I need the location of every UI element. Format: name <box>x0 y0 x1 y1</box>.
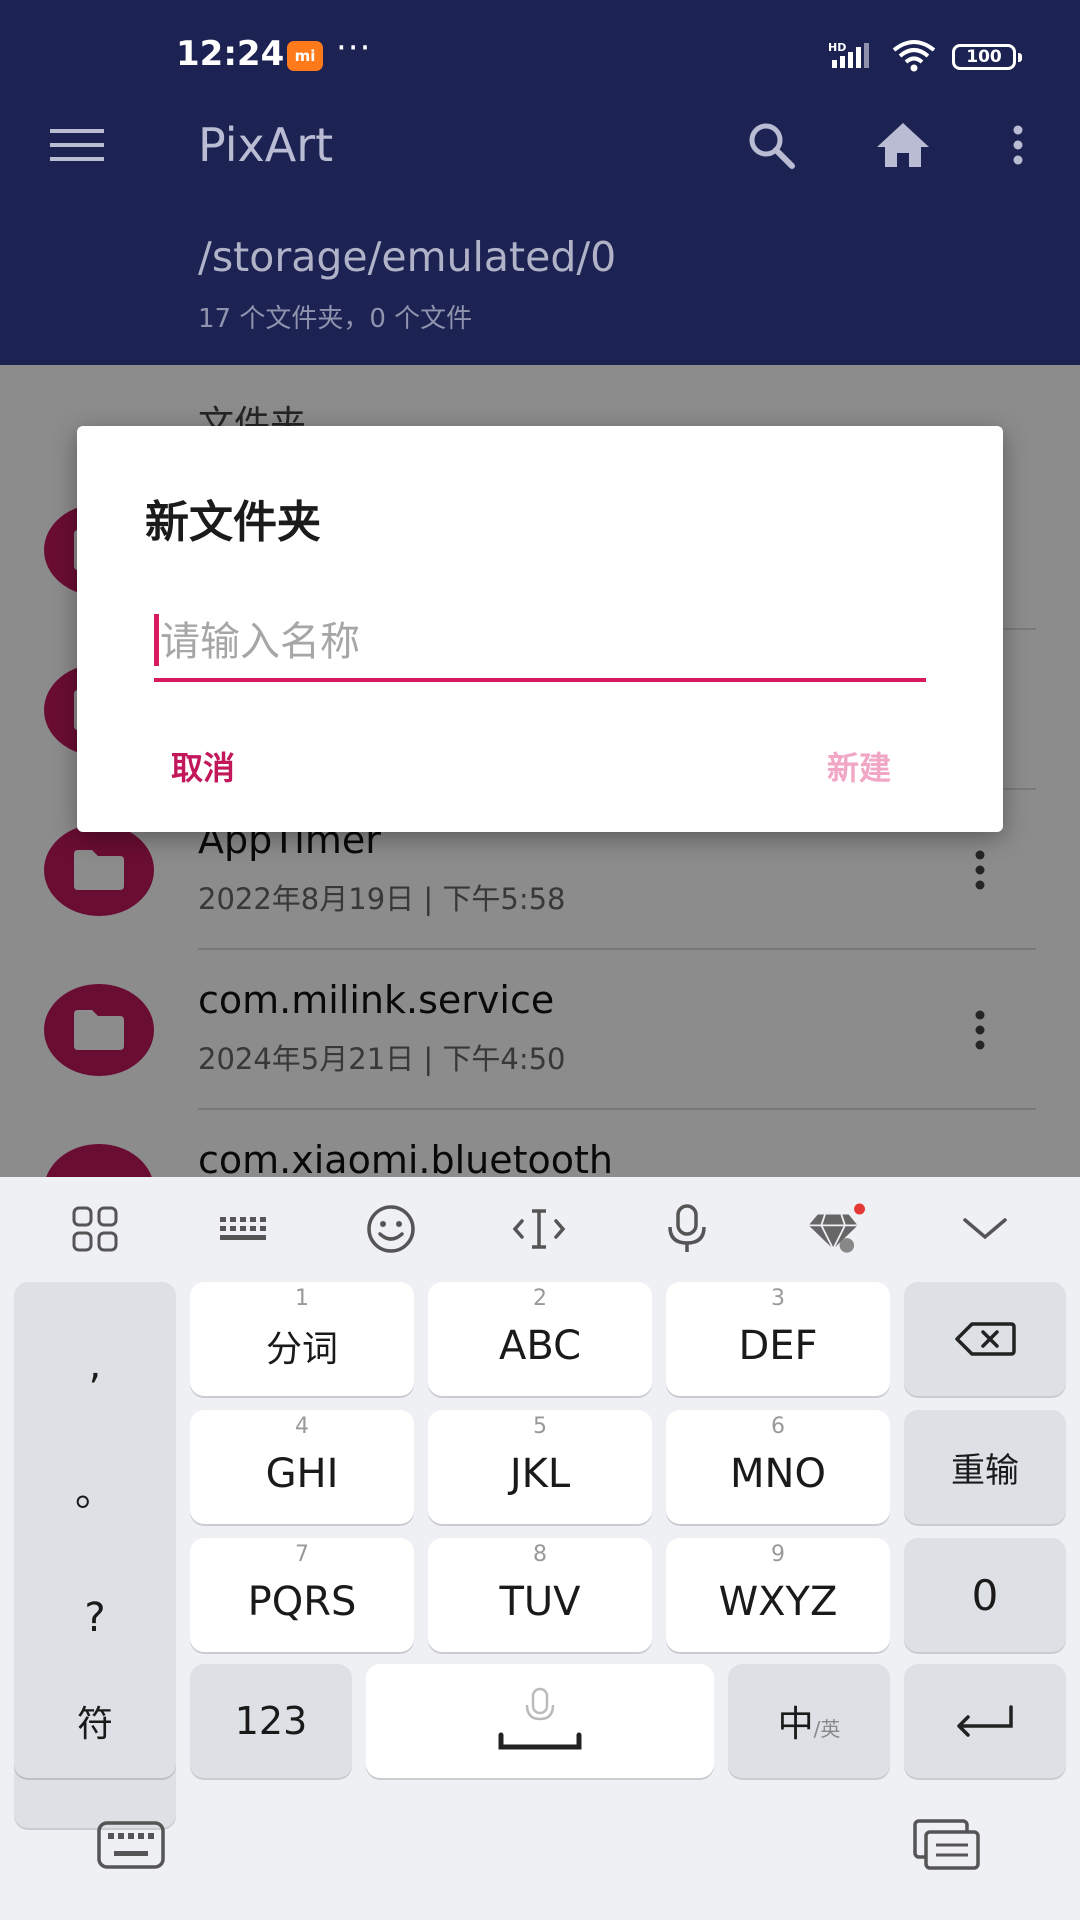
keyboard-toolbar <box>0 1177 1080 1277</box>
key-label: DEF <box>738 1323 818 1369</box>
new-folder-dialog: 新文件夹 取消 新建 <box>77 426 1003 832</box>
key-4[interactable]: 4 GHI <box>190 1410 414 1524</box>
key-label: PQRS <box>247 1579 357 1625</box>
key-label: ABC <box>498 1323 582 1369</box>
battery-icon: 100 <box>952 44 1022 70</box>
folder-name-input[interactable] <box>154 606 926 682</box>
key-number: 5 <box>533 1414 547 1439</box>
reinput-key[interactable]: 重输 <box>904 1410 1066 1524</box>
lang-main: 中 <box>777 1704 814 1745</box>
key-2[interactable]: 2 ABC <box>428 1282 652 1396</box>
theme-diamond-icon <box>808 1203 865 1253</box>
punct-question[interactable]: ? <box>84 1598 105 1638</box>
wifi-icon <box>890 38 938 76</box>
key-label: 符 <box>76 1704 113 1745</box>
cursor-control-button[interactable] <box>509 1201 569 1257</box>
key-label: JKL <box>509 1451 571 1497</box>
cancel-button[interactable]: 取消 <box>171 736 235 796</box>
signal-icon: HD <box>828 40 880 74</box>
key-label: TUV <box>499 1579 581 1625</box>
search-icon <box>749 123 795 169</box>
text-caret <box>154 614 159 666</box>
key-label: GHI <box>265 1451 339 1497</box>
key-label-main: 中/英 <box>778 1695 841 1747</box>
enter-icon <box>957 1705 1013 1737</box>
lang-sub: /英 <box>813 1717 841 1741</box>
ime-keyboard: , 。 ? ! 1 分词 2 ABC 3 DEF 4 GHI 5 JKL 6 M… <box>0 1177 1080 1920</box>
symbols-key[interactable]: 符 <box>14 1664 176 1778</box>
home-button[interactable] <box>868 113 938 177</box>
space-key[interactable] <box>366 1664 714 1778</box>
app-bar: 12:24 mi ··· HD 100 PixArt /storage/emul… <box>0 0 1080 365</box>
apps-grid-button[interactable] <box>65 1201 125 1257</box>
status-bar: 12:24 mi ··· HD 100 <box>0 0 1080 110</box>
apps-grid-icon <box>72 1206 118 1252</box>
key-number: 7 <box>295 1542 309 1567</box>
key-number: 1 <box>295 1286 309 1311</box>
switch-keyboard-button[interactable] <box>96 1817 166 1873</box>
keyboard-layout-icon <box>220 1217 266 1240</box>
numbers-key[interactable]: 123 <box>190 1664 352 1778</box>
punct-comma[interactable]: , <box>89 1345 102 1385</box>
voice-input-button[interactable] <box>657 1201 717 1257</box>
key-3[interactable]: 3 DEF <box>666 1282 890 1396</box>
notification-dot <box>854 1203 865 1215</box>
theme-button[interactable] <box>805 1201 865 1257</box>
path-summary: 17 个文件夹，0 个文件 <box>198 304 473 334</box>
cursor-icon <box>512 1209 566 1249</box>
mi-notification-icon: mi <box>287 41 323 71</box>
key-label: 分词 <box>265 1329 338 1370</box>
keyboard-icon <box>97 1821 165 1869</box>
space-mic-icon <box>498 1687 582 1750</box>
microphone-icon <box>668 1204 706 1252</box>
home-icon <box>877 123 929 167</box>
dialog-title: 新文件夹 <box>145 497 321 548</box>
key-9[interactable]: 9 WXYZ <box>666 1538 890 1652</box>
app-title: PixArt <box>198 118 334 172</box>
key-1[interactable]: 1 分词 <box>190 1282 414 1396</box>
search-button[interactable] <box>738 115 804 175</box>
backspace-icon <box>955 1322 1016 1356</box>
key-number: 9 <box>771 1542 785 1567</box>
enter-key[interactable] <box>904 1664 1066 1778</box>
keyboard-layout-button[interactable] <box>213 1201 273 1257</box>
key-number: 3 <box>771 1286 785 1311</box>
more-vert-icon <box>1013 125 1023 165</box>
key-number: 4 <box>295 1414 309 1439</box>
backspace-key[interactable] <box>904 1282 1066 1396</box>
collapse-keyboard-button[interactable] <box>955 1201 1015 1257</box>
punct-period[interactable]: 。 <box>75 1472 115 1512</box>
collapse-icon <box>963 1218 1007 1240</box>
key-number: 8 <box>533 1542 547 1567</box>
key-label: 0 <box>971 1570 999 1620</box>
menu-button[interactable] <box>40 115 114 175</box>
clipboard-button[interactable] <box>912 1817 982 1873</box>
key-5[interactable]: 5 JKL <box>428 1410 652 1524</box>
key-6[interactable]: 6 MNO <box>666 1410 890 1524</box>
key-8[interactable]: 8 TUV <box>428 1538 652 1652</box>
status-time: 12:24 <box>176 34 285 74</box>
emoji-button[interactable] <box>361 1201 421 1257</box>
key-label: WXYZ <box>718 1579 838 1625</box>
current-path: /storage/emulated/0 <box>198 233 617 281</box>
key-7[interactable]: 7 PQRS <box>190 1538 414 1652</box>
create-button[interactable]: 新建 <box>827 736 891 796</box>
overflow-menu-button[interactable] <box>996 113 1040 177</box>
key-label: MNO <box>730 1451 826 1497</box>
more-notifications-icon: ··· <box>336 28 372 68</box>
menu-icon <box>50 129 104 161</box>
key-number: 6 <box>771 1414 785 1439</box>
clipboard-icon <box>913 1819 980 1870</box>
key-label: 123 <box>234 1699 308 1743</box>
key-label: 重输 <box>951 1450 1019 1491</box>
emoji-icon <box>367 1205 415 1253</box>
language-switch-key[interactable]: 中/英 <box>728 1664 890 1778</box>
network-type-label: HD <box>828 41 846 54</box>
key-0[interactable]: 0 <box>904 1538 1066 1652</box>
key-number: 2 <box>533 1286 547 1311</box>
